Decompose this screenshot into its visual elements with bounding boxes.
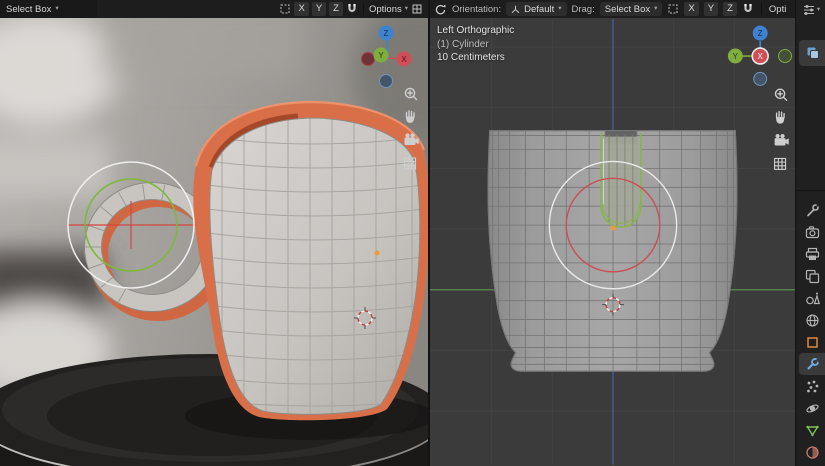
properties-tab-physics[interactable]	[799, 397, 825, 419]
chevron-down-icon: ▾	[55, 6, 58, 13]
divider	[796, 190, 825, 191]
properties-tabs	[796, 199, 825, 463]
axis-y-label: Y	[378, 51, 384, 60]
axis-y-button[interactable]: Y	[312, 2, 326, 16]
properties-rail: ▾	[795, 0, 825, 466]
blender-app: Z Y X	[0, 0, 825, 466]
properties-editor-icon	[802, 3, 816, 17]
chevron-down-icon: ▾	[405, 6, 408, 13]
properties-tab-material[interactable]	[799, 441, 825, 463]
axis-z-button[interactable]: Z	[329, 2, 343, 16]
properties-tab-tool[interactable]	[799, 199, 825, 221]
snap-magnet-icon[interactable]	[742, 3, 754, 16]
tool-select-dropdown[interactable]: Select Box ▾	[0, 0, 97, 18]
viewport-right[interactable]: Z Y X	[428, 0, 795, 466]
properties-tab-object[interactable]	[799, 331, 825, 353]
mug-mesh-face	[210, 118, 420, 414]
screens-icon	[806, 46, 820, 60]
axis-y-button[interactable]: Y	[704, 2, 718, 16]
axis-ball-neg-z[interactable]	[754, 72, 767, 85]
properties-tab-output[interactable]	[799, 243, 825, 265]
properties-tab-view-layer[interactable]	[799, 265, 825, 287]
axis-y-label: Y	[733, 52, 739, 61]
object-origin	[611, 226, 616, 231]
drag-label: Drag:	[572, 4, 595, 15]
properties-tab-object-data[interactable]	[799, 419, 825, 441]
object-name-label: (1) Cylinder	[437, 38, 514, 52]
chevron-down-icon: ▾	[654, 6, 657, 13]
snap-target-icon[interactable]	[667, 3, 679, 15]
axis-x-button[interactable]: X	[684, 2, 698, 16]
drag-dropdown[interactable]: Select Box ▾	[600, 2, 663, 16]
viewport-left[interactable]: Z Y X	[0, 0, 428, 466]
overlays-icon[interactable]	[411, 3, 423, 15]
object-origin	[375, 251, 380, 256]
axis-x-button[interactable]: X	[294, 2, 308, 16]
orientation-value: Default	[524, 4, 554, 15]
snap-options-cluster: X Y Z Options ▾	[275, 1, 427, 18]
properties-tab-render[interactable]	[799, 221, 825, 243]
orientation-dropdown[interactable]: Default ▾	[506, 2, 566, 16]
snap-magnet-icon[interactable]	[346, 3, 358, 16]
properties-tab-modifiers[interactable]	[799, 353, 825, 375]
editor-type-dropdown[interactable]: ▾	[796, 3, 825, 17]
properties-tab-particles[interactable]	[799, 375, 825, 397]
editor-tab-icon[interactable]	[799, 40, 825, 66]
chevron-down-icon: ▾	[817, 7, 820, 14]
chevron-down-icon: ▾	[558, 6, 561, 13]
rotate-tool-icon[interactable]	[434, 3, 447, 16]
axis-ball-neg-y[interactable]	[779, 50, 792, 63]
axis-z-button[interactable]: Z	[723, 2, 737, 16]
divider	[363, 3, 364, 15]
properties-tab-scene[interactable]	[799, 287, 825, 309]
options-dropdown[interactable]: Opti	[769, 4, 786, 15]
axis-x-label: X	[758, 52, 764, 61]
axis-ball-neg-x[interactable]	[362, 53, 375, 66]
options-dropdown[interactable]: Options ▾	[369, 4, 408, 15]
axis-x-label: X	[401, 55, 407, 64]
options-label: Options	[369, 4, 402, 15]
wireframe-canvas[interactable]: Z Y X	[430, 18, 795, 466]
render-preview-canvas[interactable]: Z Y X	[0, 18, 428, 466]
axes-icon	[511, 5, 520, 14]
snap-target-icon[interactable]	[279, 3, 291, 15]
options-label: Opti	[769, 4, 786, 15]
scale-label: 10 Centimeters	[437, 51, 514, 65]
mug[interactable]	[193, 102, 428, 423]
viewport-header-right: Orientation: Default ▾ Drag: Select Box …	[430, 0, 795, 18]
properties-tab-world[interactable]	[799, 309, 825, 331]
viewport-info-overlay: Left Orthographic (1) Cylinder 10 Centim…	[437, 24, 514, 65]
viewport-header-left: Select Box ▾ X Y Z Options ▾	[0, 0, 428, 18]
drag-value: Select Box	[605, 4, 650, 15]
axis-z-label: Z	[758, 29, 763, 38]
axis-ball-neg-z[interactable]	[380, 75, 393, 88]
view-name-label: Left Orthographic	[437, 24, 514, 38]
orientation-label: Orientation:	[452, 4, 501, 15]
axis-z-label: Z	[384, 29, 389, 38]
tool-select-label: Select Box	[6, 4, 51, 15]
divider	[761, 3, 762, 15]
